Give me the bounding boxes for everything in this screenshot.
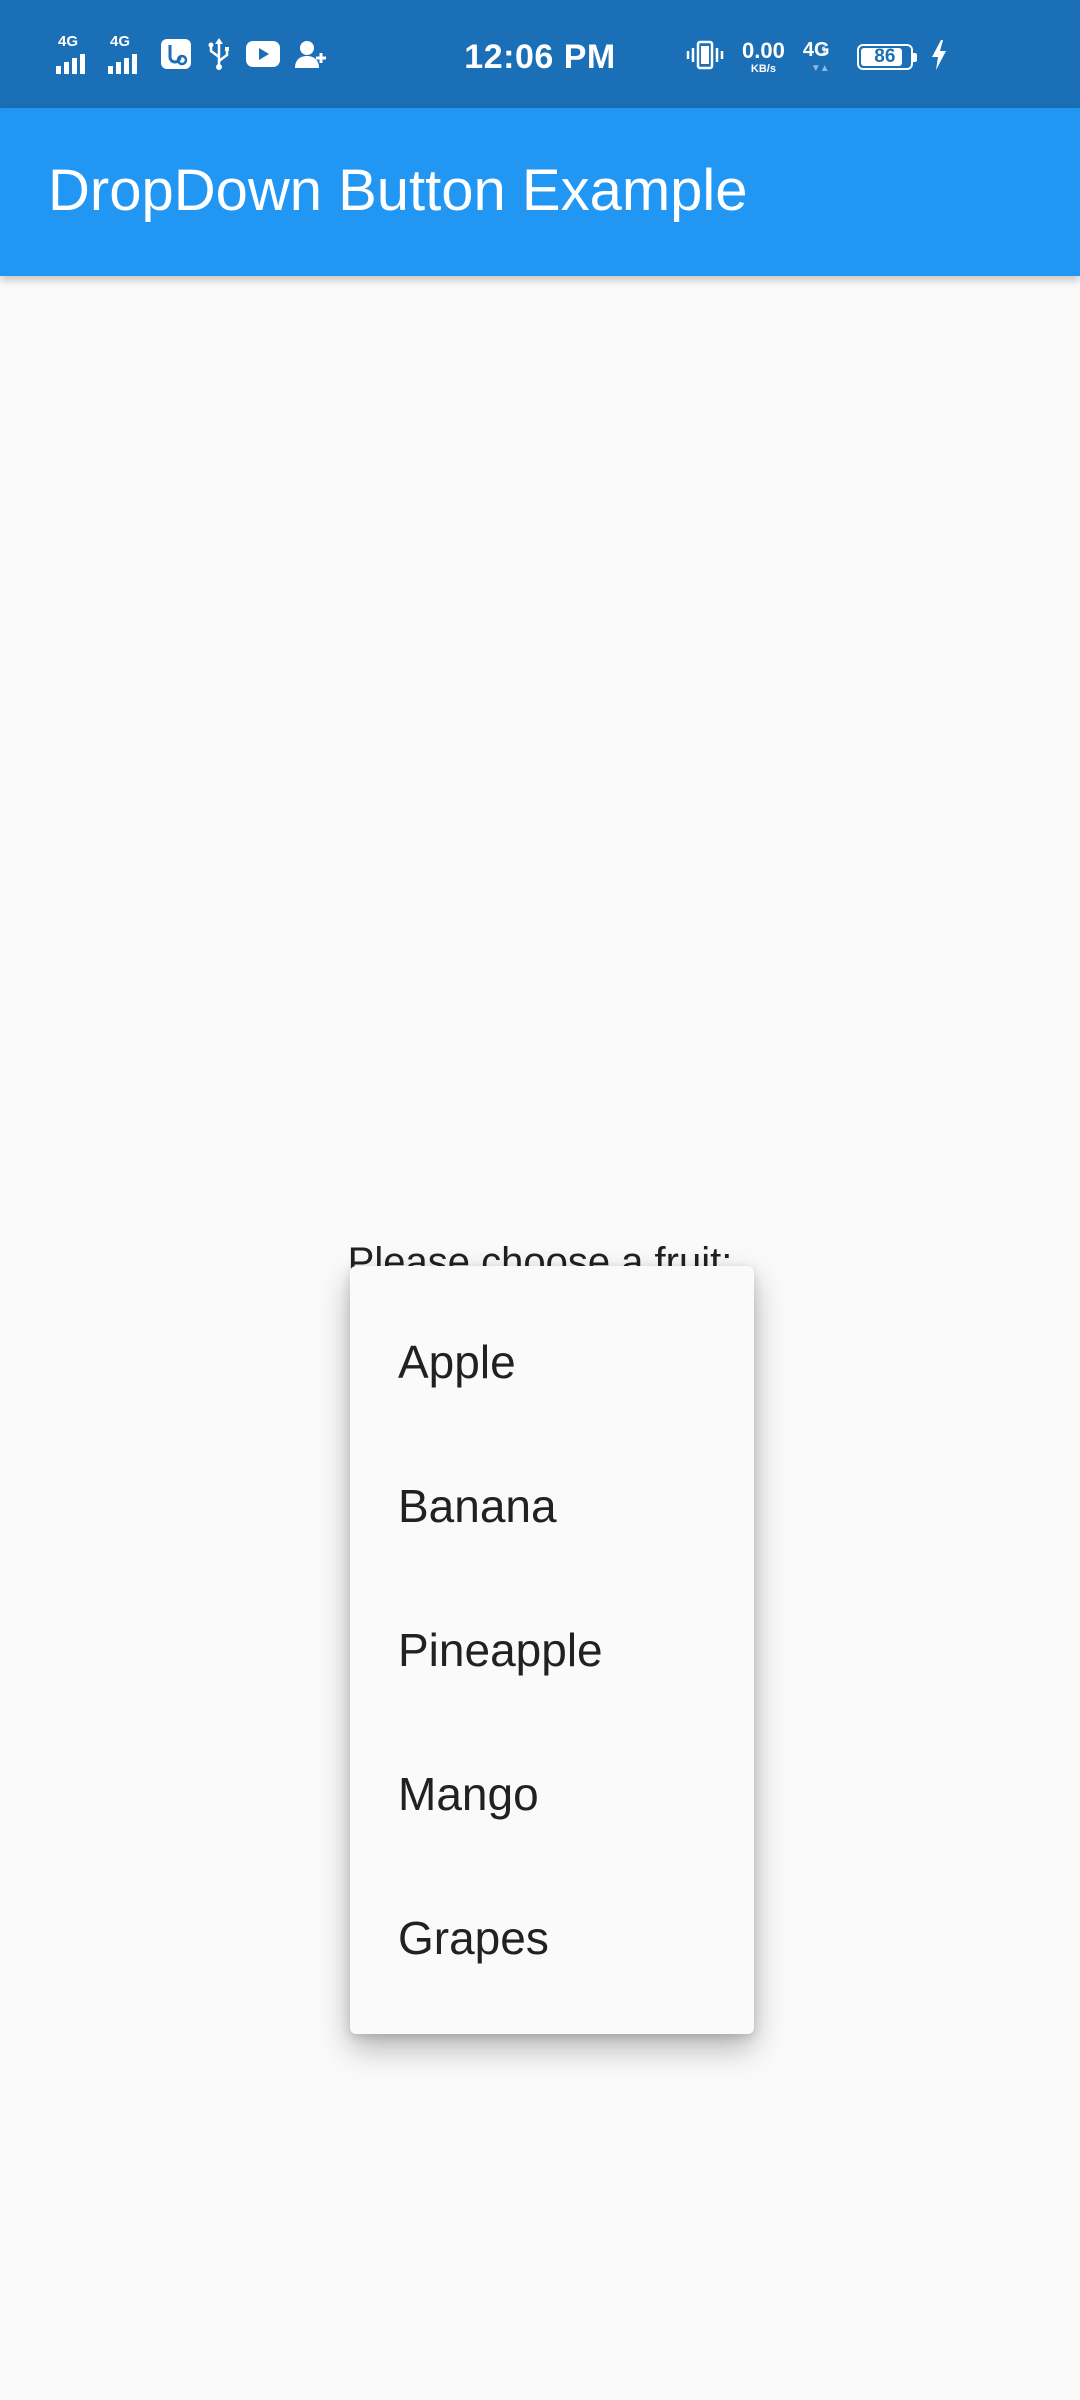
data-network-icon: 4G 1 ▼▲: [803, 37, 839, 77]
battery-icon: 86: [856, 44, 917, 70]
dropdown-option-apple[interactable]: Apple: [350, 1290, 754, 1434]
battery-level: 86: [874, 46, 896, 67]
status-bar: 4G 4G 12:06 PM 0.00 KB/s 4G 1 ▼▲ 86: [0, 0, 1080, 108]
screen: 4G 4G 12:06 PM 0.00 KB/s 4G 1 ▼▲ 86 Drop…: [0, 0, 1080, 2400]
network-speed-value: 0.00: [742, 37, 785, 63]
status-icons-right: 0.00 KB/s 4G 1 ▼▲ 86: [686, 36, 947, 78]
battery-terminal: [912, 53, 917, 62]
app-bar: DropDown Button Example: [0, 108, 1080, 276]
vibrate-icon: [686, 40, 724, 75]
dropdown-option-grapes[interactable]: Grapes: [350, 1866, 754, 2010]
network-speed: 0.00 KB/s: [742, 37, 785, 75]
data-activity-arrows-icon: ▼▲: [810, 63, 830, 74]
dropdown-option-mango[interactable]: Mango: [350, 1722, 754, 1866]
charging-icon: [931, 39, 947, 75]
dropdown-option-banana[interactable]: Banana: [350, 1434, 754, 1578]
data-network-sub: 1: [820, 45, 827, 57]
app-title: DropDown Button Example: [48, 158, 748, 223]
fruit-dropdown-menu: Apple Banana Pineapple Mango Grapes: [350, 1266, 754, 2034]
dropdown-option-pineapple[interactable]: Pineapple: [350, 1578, 754, 1722]
network-speed-unit: KB/s: [750, 62, 776, 75]
